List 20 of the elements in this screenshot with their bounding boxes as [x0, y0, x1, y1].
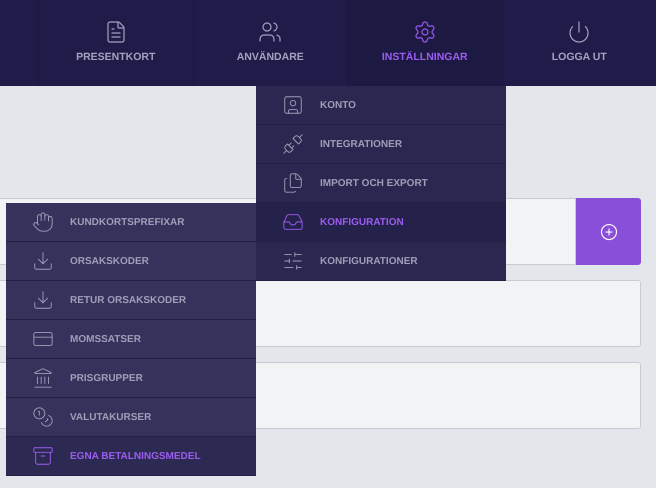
- user-card-icon: [282, 94, 304, 116]
- nav-tab[interactable]: PRESENTKORT: [38, 0, 192, 86]
- coins-icon: [32, 406, 54, 428]
- hand-icon: [32, 211, 54, 233]
- download-icon: [32, 289, 54, 311]
- sliders-icon: [282, 250, 304, 272]
- nav-tab[interactable]: INSTÄLLNINGAR: [347, 0, 502, 86]
- settings-icon: [412, 20, 437, 44]
- files-icon: [282, 172, 304, 194]
- menu-item[interactable]: EGNA BETALNINGSMEDEL: [6, 437, 256, 476]
- menu-item[interactable]: KONFIGURATION: [256, 203, 506, 242]
- download-icon: [32, 250, 54, 272]
- tray-icon: [32, 445, 54, 467]
- plug-icon: [282, 133, 304, 155]
- inbox-icon: [282, 211, 304, 233]
- power-icon: [567, 20, 592, 44]
- nav-tab[interactable]: LOGGA UT: [502, 0, 656, 86]
- users-icon: [258, 20, 282, 44]
- bank-icon: [32, 367, 54, 389]
- add-icon: [600, 222, 618, 240]
